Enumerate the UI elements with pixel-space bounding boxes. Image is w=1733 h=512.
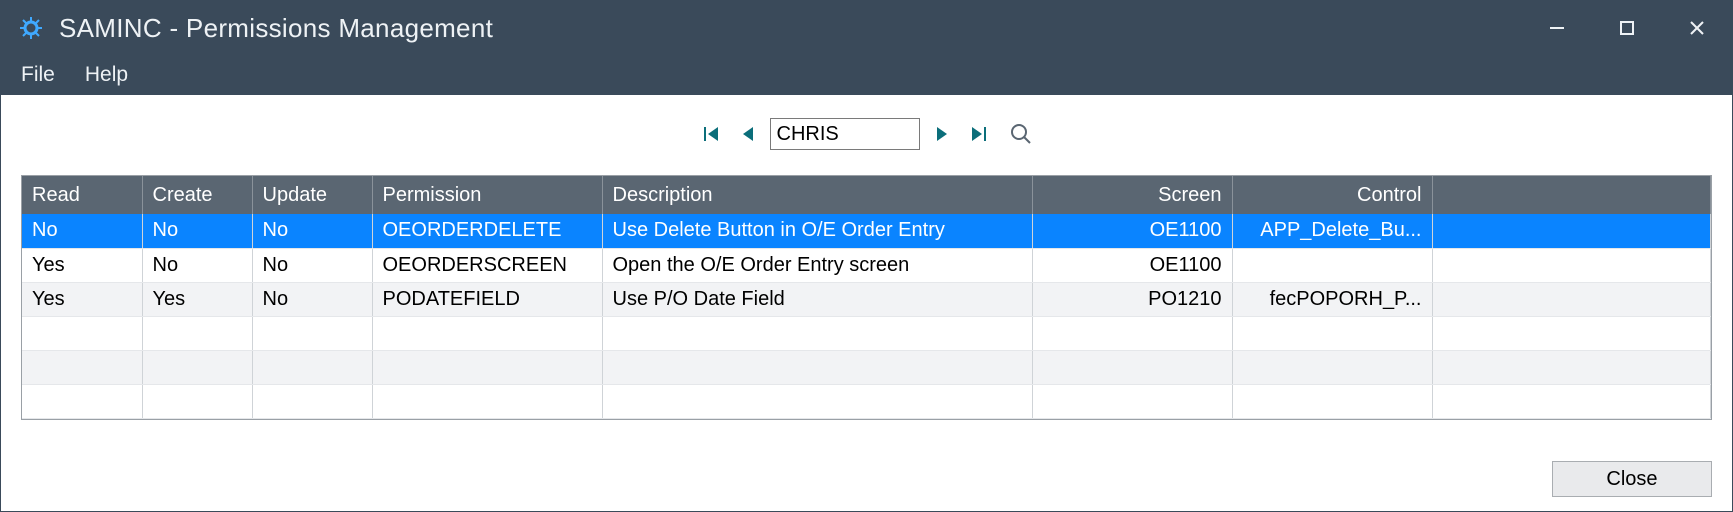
cell-create[interactable]: No [142, 214, 252, 248]
cell-empty [22, 316, 142, 350]
cell-read[interactable]: No [22, 214, 142, 248]
cell-permission[interactable]: OEORDERSCREEN [372, 248, 602, 282]
cell-read[interactable]: Yes [22, 248, 142, 282]
close-window-button[interactable] [1662, 1, 1732, 55]
window-title: SAMINC - Permissions Management [59, 13, 1522, 44]
cell-permission[interactable]: OEORDERDELETE [372, 214, 602, 248]
col-header-description[interactable]: Description [602, 176, 1032, 214]
table-row [22, 384, 1711, 418]
cell-empty [1432, 384, 1711, 418]
col-header-create[interactable]: Create [142, 176, 252, 214]
nav-prev-button[interactable] [734, 120, 762, 148]
table-row[interactable]: YesYesNoPODATEFIELDUse P/O Date FieldPO1… [22, 282, 1711, 316]
cell-description[interactable]: Open the O/E Order Entry screen [602, 248, 1032, 282]
record-navigator [21, 113, 1712, 155]
minimize-button[interactable] [1522, 1, 1592, 55]
menu-file[interactable]: File [21, 63, 55, 87]
cell-empty [372, 384, 602, 418]
col-header-screen[interactable]: Screen [1032, 176, 1232, 214]
cell-description[interactable]: Use P/O Date Field [602, 282, 1032, 316]
cell-empty [252, 316, 372, 350]
table-row [22, 350, 1711, 384]
app-icon [19, 16, 43, 40]
cell-empty [372, 316, 602, 350]
col-header-read[interactable]: Read [22, 176, 142, 214]
cell-control[interactable]: fecPOPORH_P... [1232, 282, 1432, 316]
col-header-filler [1432, 176, 1711, 214]
close-button[interactable]: Close [1552, 461, 1712, 497]
col-header-permission[interactable]: Permission [372, 176, 602, 214]
cell-empty [1432, 350, 1711, 384]
cell-empty [602, 384, 1032, 418]
cell-empty [22, 350, 142, 384]
nav-first-button[interactable] [698, 120, 726, 148]
cell-update[interactable]: No [252, 248, 372, 282]
cell-filler[interactable] [1432, 248, 1711, 282]
nav-next-button[interactable] [928, 120, 956, 148]
cell-empty [602, 350, 1032, 384]
permissions-grid[interactable]: Read Create Update Permission Descriptio… [21, 175, 1712, 420]
cell-description[interactable]: Use Delete Button in O/E Order Entry [602, 214, 1032, 248]
cell-empty [142, 316, 252, 350]
cell-empty [252, 350, 372, 384]
table-row[interactable]: YesNoNoOEORDERSCREENOpen the O/E Order E… [22, 248, 1711, 282]
col-header-update[interactable]: Update [252, 176, 372, 214]
table-row [22, 316, 1711, 350]
menu-help[interactable]: Help [85, 63, 128, 87]
cell-empty [1232, 384, 1432, 418]
maximize-button[interactable] [1592, 1, 1662, 55]
cell-empty [142, 350, 252, 384]
cell-empty [1232, 316, 1432, 350]
cell-empty [1032, 316, 1232, 350]
cell-control[interactable]: APP_Delete_Bu... [1232, 214, 1432, 248]
cell-screen[interactable]: PO1210 [1032, 282, 1232, 316]
nav-last-button[interactable] [964, 120, 992, 148]
cell-empty [1032, 384, 1232, 418]
content-area: Read Create Update Permission Descriptio… [1, 95, 1732, 511]
cell-empty [1432, 316, 1711, 350]
search-button[interactable] [1006, 119, 1036, 149]
window-controls [1522, 1, 1732, 55]
cell-permission[interactable]: PODATEFIELD [372, 282, 602, 316]
nav-value-input[interactable] [770, 118, 920, 150]
cell-filler[interactable] [1432, 214, 1711, 248]
cell-empty [1032, 350, 1232, 384]
menu-bar: File Help [1, 55, 1732, 95]
table-row[interactable]: NoNoNoOEORDERDELETEUse Delete Button in … [22, 214, 1711, 248]
cell-read[interactable]: Yes [22, 282, 142, 316]
cell-empty [372, 350, 602, 384]
cell-create[interactable]: No [142, 248, 252, 282]
cell-screen[interactable]: OE1100 [1032, 214, 1232, 248]
cell-create[interactable]: Yes [142, 282, 252, 316]
col-header-control[interactable]: Control [1232, 176, 1432, 214]
cell-empty [1232, 350, 1432, 384]
footer: Close [21, 461, 1712, 497]
cell-screen[interactable]: OE1100 [1032, 248, 1232, 282]
cell-filler[interactable] [1432, 282, 1711, 316]
cell-empty [142, 384, 252, 418]
title-bar: SAMINC - Permissions Management [1, 1, 1732, 55]
cell-update[interactable]: No [252, 282, 372, 316]
cell-empty [602, 316, 1032, 350]
cell-update[interactable]: No [252, 214, 372, 248]
cell-empty [252, 384, 372, 418]
cell-empty [22, 384, 142, 418]
cell-control[interactable] [1232, 248, 1432, 282]
